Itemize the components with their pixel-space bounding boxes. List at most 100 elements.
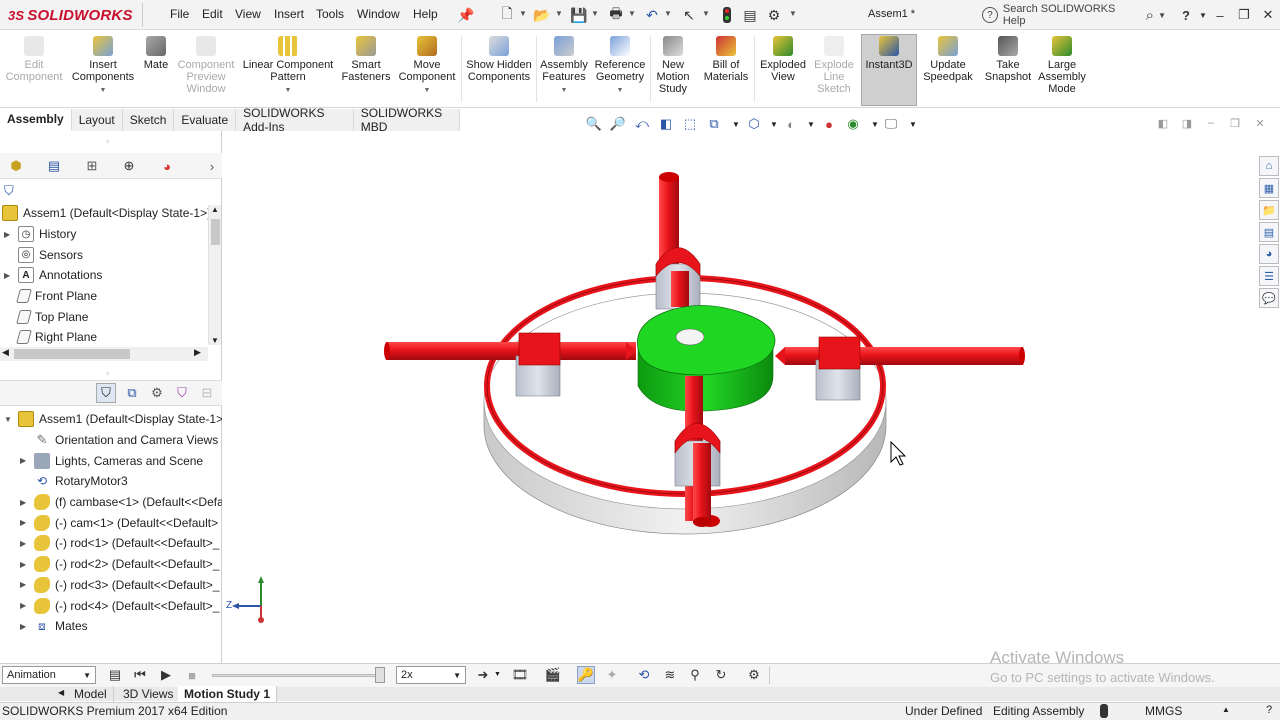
file-properties-icon[interactable]: ▤ [741, 6, 759, 24]
chevron-down-icon[interactable]: ▼ [494, 671, 501, 678]
splitter-handle[interactable]: ◦ [106, 136, 109, 146]
expand-arrow-icon[interactable]: ▶ [20, 539, 30, 548]
motion-item-rotary-motor[interactable]: ⟲ RotaryMotor3 [0, 471, 222, 492]
unit-system[interactable]: MMGS [1145, 704, 1182, 718]
splitter-handle[interactable]: ◦ [106, 368, 109, 378]
expand-arrow-icon[interactable]: ▶ [20, 601, 30, 610]
chevron-up-icon[interactable]: ▲ [1222, 705, 1230, 714]
tree-item-front-plane[interactable]: Front Plane [0, 286, 208, 307]
open-folder-icon[interactable]: 📂 [533, 6, 551, 24]
chevron-down-icon[interactable]: ▼ [519, 9, 527, 18]
save-animation-icon[interactable]: 🎞 [511, 666, 529, 684]
expand-arrow-icon[interactable]: ▶ [20, 456, 30, 465]
menu-insert[interactable]: Insert [274, 7, 304, 21]
exploded-view-button[interactable]: Exploded View [756, 36, 810, 106]
explode-line-sketch-button[interactable]: Explode Line Sketch [810, 36, 858, 106]
motion-item-rod-1[interactable]: ▶ (-) rod<1> (Default<<Default>_ [0, 533, 222, 554]
collapse-items-icon[interactable]: ⊟ [197, 383, 217, 403]
options-gear-icon[interactable]: ⚙ [765, 6, 783, 24]
tree-scrollbar-horizontal[interactable]: ◀ ▶ [0, 347, 208, 361]
expand-arrow-icon[interactable]: ▶ [4, 271, 14, 280]
playback-speed-select[interactable]: 2x ▼ [396, 666, 466, 684]
tab-evaluate[interactable]: Evaluate [174, 109, 237, 131]
menu-file[interactable]: File [170, 7, 189, 21]
take-snapshot-button[interactable]: Take Snapshot [980, 36, 1036, 106]
mate-button[interactable]: Mate [138, 36, 174, 106]
playback-slider-thumb[interactable] [375, 667, 385, 683]
scroll-up-icon[interactable]: ▲ [211, 205, 219, 214]
assembly-model[interactable] [223, 131, 1258, 663]
chevron-right-icon[interactable]: › [202, 156, 222, 176]
motor-icon[interactable]: ⟲ [635, 666, 653, 684]
collapse-arrow-icon[interactable]: ▼ [4, 415, 14, 424]
expand-arrow-icon[interactable]: ▶ [20, 560, 30, 569]
chevron-down-icon[interactable]: ▼ [424, 85, 431, 97]
chevron-down-icon[interactable]: ▼ [561, 85, 568, 97]
filter-results-icon[interactable]: ⛉ [172, 383, 192, 403]
display-manager-tab-icon[interactable]: ◕ [157, 156, 177, 176]
motion-item-orientation[interactable]: ✎ Orientation and Camera Views [0, 430, 222, 451]
menu-help[interactable]: Help [413, 7, 438, 21]
feature-manager-tab-icon[interactable]: ⬢ [6, 156, 26, 176]
menu-tools[interactable]: Tools [316, 7, 344, 21]
filter-selected-icon[interactable]: ⚙ [147, 383, 167, 403]
motion-item-cambase[interactable]: ▶ (f) cambase<1> (Default<<Defa [0, 492, 222, 513]
scroll-thumb[interactable] [14, 349, 130, 359]
rebuild-status-icon[interactable] [1100, 704, 1108, 718]
chevron-down-icon[interactable]: ▼ [789, 9, 797, 18]
large-assembly-mode-button[interactable]: Large Assembly Mode [1036, 36, 1088, 106]
viewport-tile-left-icon[interactable]: ◧ [1156, 116, 1170, 130]
expand-arrow-icon[interactable]: ▶ [20, 498, 30, 507]
filter-animated-icon[interactable]: ⛉ [96, 383, 116, 403]
chevron-down-icon[interactable]: ▼ [555, 9, 563, 18]
motion-study-properties-icon[interactable]: ⚙ [745, 666, 763, 684]
home-icon[interactable]: ⌂ [1259, 156, 1279, 176]
menu-window[interactable]: Window [357, 7, 400, 21]
design-library-icon[interactable]: ▦ [1259, 178, 1279, 198]
forum-icon[interactable]: 💬 [1259, 288, 1279, 308]
tree-item-right-plane[interactable]: Right Plane [0, 327, 208, 348]
tab-motion-study-1[interactable]: Motion Study 1 [178, 686, 277, 702]
add-update-key-icon[interactable]: ✦ [603, 666, 621, 684]
custom-properties-icon[interactable]: ☰ [1259, 266, 1279, 286]
study-type-select[interactable]: Animation ▼ [2, 666, 96, 684]
tab-solidworks-mbd[interactable]: SOLIDWORKS MBD [353, 106, 460, 134]
smart-fasteners-button[interactable]: Smart Fasteners [338, 36, 394, 106]
chevron-down-icon[interactable]: ▼ [628, 9, 636, 18]
bill-of-materials-button[interactable]: Bill of Materials [700, 36, 752, 106]
undo-icon[interactable]: ↶ [643, 6, 661, 24]
play-icon[interactable]: ▶ [157, 666, 175, 684]
playback-slider-track[interactable] [212, 674, 380, 677]
viewport-close-icon[interactable]: ✕ [1253, 116, 1267, 130]
tab-assembly[interactable]: Assembly [0, 109, 72, 131]
tab-model[interactable]: Model [68, 686, 114, 702]
force-icon[interactable]: ↻ [712, 666, 730, 684]
filter-driving-icon[interactable]: ⧉ [122, 383, 142, 403]
tree-item-annotations[interactable]: ▶ A Annotations [0, 265, 208, 286]
chevron-down-icon[interactable]: ▼ [664, 9, 672, 18]
play-from-start-icon[interactable]: ⏮ [131, 666, 149, 684]
tab-solidworks-add-ins[interactable]: SOLIDWORKS Add-Ins [236, 106, 354, 134]
expand-arrow-icon[interactable]: ▶ [20, 622, 30, 631]
chevron-down-icon[interactable]: ▼ [617, 85, 624, 97]
show-hidden-components-button[interactable]: Show Hidden Components [464, 36, 534, 106]
calculate-icon[interactable]: ▤ [106, 666, 124, 684]
tree-item-top-plane[interactable]: Top Plane [0, 306, 208, 327]
filter-icon[interactable]: ⛉ [4, 183, 14, 199]
insert-components-button[interactable]: Insert Components ▼ [70, 36, 136, 106]
reference-geometry-button[interactable]: Reference Geometry ▼ [592, 36, 648, 106]
expand-arrow-icon[interactable]: ▶ [4, 230, 14, 239]
stop-icon[interactable]: ■ [183, 666, 201, 684]
tab-3d-views[interactable]: 3D Views [117, 686, 181, 702]
viewport-minimize-icon[interactable]: – [1204, 116, 1218, 130]
help-status-icon[interactable]: ? [1266, 704, 1272, 716]
save-icon[interactable]: 💾 [570, 6, 588, 24]
linear-component-pattern-button[interactable]: Linear Component Pattern ▼ [242, 36, 334, 106]
motion-item-rod-4[interactable]: ▶ (-) rod<4> (Default<<Default>_ [0, 595, 222, 616]
restore-icon[interactable]: ❐ [1234, 5, 1254, 25]
tab-sketch[interactable]: Sketch [122, 109, 175, 131]
property-manager-tab-icon[interactable]: ▤ [44, 156, 64, 176]
chevron-down-icon[interactable]: ▼ [702, 9, 710, 18]
pin-icon[interactable]: 📌 [457, 6, 475, 24]
viewport-restore-icon[interactable]: ❐ [1228, 116, 1242, 130]
